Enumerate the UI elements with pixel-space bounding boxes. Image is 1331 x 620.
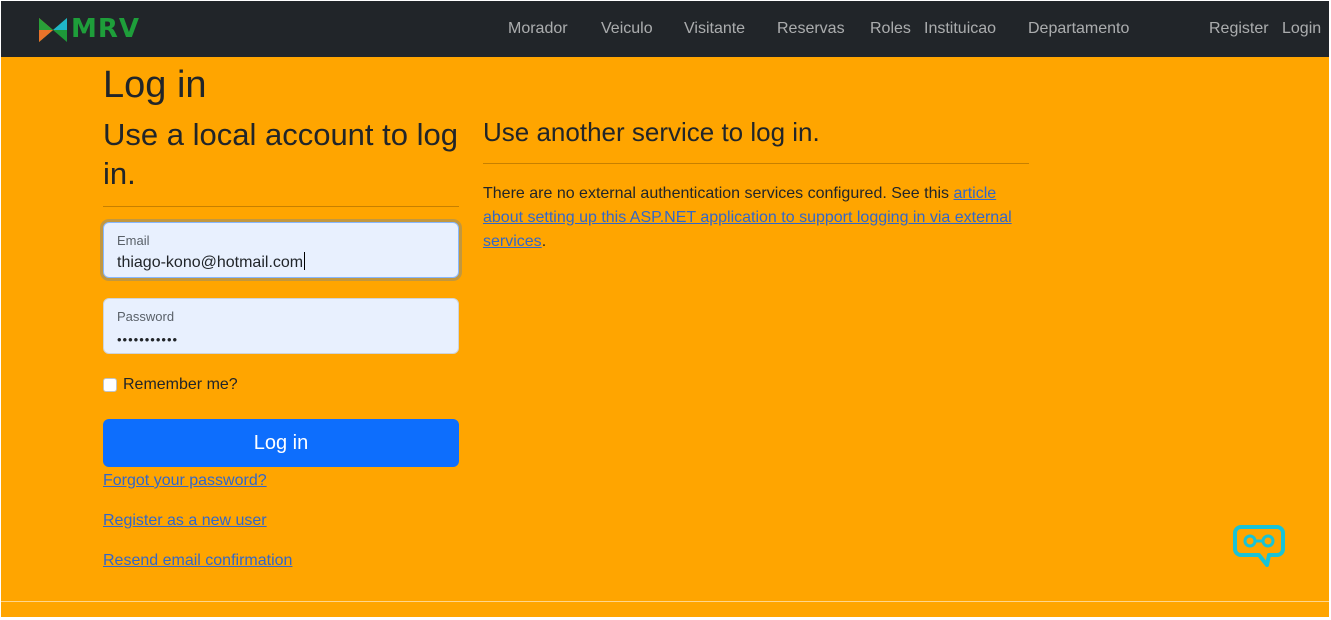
password-field[interactable]: Password ••••••••••• [103, 298, 459, 354]
nav-register-link[interactable]: Register [1209, 19, 1269, 39]
nav-item-visitante[interactable]: Visitante [684, 19, 745, 39]
password-label: Password [117, 309, 175, 324]
resend-confirmation-link[interactable]: Resend email confirmation [103, 551, 292, 571]
brand-logo[interactable]: MRV [37, 13, 147, 45]
email-value: thiago-kono@hotmail.com [117, 252, 306, 271]
external-service-heading: Use another service to log in. [483, 117, 820, 147]
local-account-heading: Use a local account to log in. [103, 117, 458, 191]
text-caret [304, 252, 306, 270]
page-background: MRV Morador Veiculo Visitante Reservas R… [1, 1, 1329, 617]
register-new-user-link[interactable]: Register as a new user [103, 511, 267, 531]
brand-name: MRV [71, 14, 141, 44]
email-field[interactable]: Email thiago-kono@hotmail.com [103, 222, 459, 278]
nav-item-morador[interactable]: Morador [508, 19, 568, 39]
page-title: Log in [103, 64, 207, 106]
chatbot-button[interactable] [1233, 521, 1285, 569]
nav-item-departamento[interactable]: Departamento [1028, 19, 1129, 39]
mrv-logo-icon [39, 18, 67, 42]
nav-item-roles[interactable]: Roles [870, 19, 911, 39]
local-divider [103, 206, 459, 207]
footer-divider [1, 601, 1329, 602]
password-value: ••••••••••• [117, 332, 179, 347]
nav-login-link[interactable]: Login [1282, 19, 1321, 39]
external-divider [483, 163, 1029, 164]
nav-item-veiculo[interactable]: Veiculo [601, 19, 653, 39]
email-label: Email [117, 233, 150, 248]
remember-me-label[interactable]: Remember me? [123, 375, 238, 395]
nav-item-reservas[interactable]: Reservas [777, 19, 845, 39]
nav-item-instituicao[interactable]: Instituicao [924, 19, 996, 39]
remember-me-checkbox[interactable] [103, 378, 117, 392]
top-navbar: MRV Morador Veiculo Visitante Reservas R… [1, 1, 1329, 57]
chatbot-icon [1233, 525, 1285, 567]
login-button[interactable]: Log in [103, 419, 459, 467]
forgot-password-link[interactable]: Forgot your password? [103, 471, 267, 491]
external-auth-message: There are no external authentication ser… [483, 185, 1012, 250]
remember-me-row[interactable]: Remember me? [103, 375, 238, 395]
